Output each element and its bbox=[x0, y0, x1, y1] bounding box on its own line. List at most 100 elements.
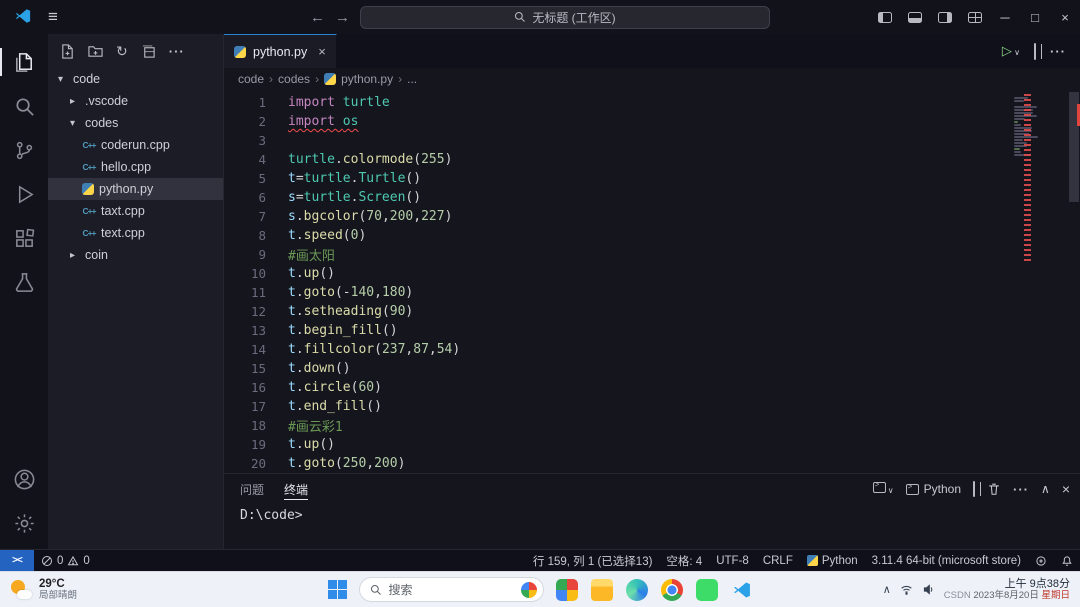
refresh-icon[interactable]: ↻ bbox=[116, 43, 128, 60]
maximize-panel-icon[interactable]: ∧ bbox=[1041, 482, 1050, 496]
explorer-icon[interactable] bbox=[0, 40, 48, 84]
toggle-panel-icon[interactable] bbox=[900, 0, 930, 34]
account-icon[interactable] bbox=[0, 457, 48, 501]
forward-icon[interactable]: → bbox=[335, 9, 350, 26]
maximize-button[interactable]: □ bbox=[1020, 0, 1050, 34]
breadcrumb-item[interactable]: code bbox=[238, 72, 264, 86]
code-line[interactable]: 3 bbox=[224, 131, 1010, 150]
split-editor-icon[interactable] bbox=[1034, 44, 1036, 59]
taskbar-app-edge-icon[interactable] bbox=[626, 579, 648, 601]
toggle-sidebar-icon[interactable] bbox=[870, 0, 900, 34]
tree-item-.vscode[interactable]: ▸.vscode bbox=[48, 90, 223, 112]
panel-more-actions-icon[interactable]: ··· bbox=[1013, 482, 1029, 497]
code-line[interactable]: 16t.circle(60) bbox=[224, 378, 1010, 397]
new-folder-icon[interactable] bbox=[88, 44, 103, 59]
taskbar-search-box[interactable]: 搜索 bbox=[359, 577, 544, 602]
tree-item-code[interactable]: ▾code bbox=[48, 68, 223, 90]
taskbar-app-green-app-icon[interactable] bbox=[696, 579, 718, 601]
taskbar-app-chrome-icon[interactable] bbox=[661, 579, 683, 601]
code-line[interactable]: 15t.down() bbox=[224, 359, 1010, 378]
kill-terminal-icon[interactable] bbox=[987, 482, 1001, 496]
code-line[interactable]: 17t.end_fill() bbox=[224, 397, 1010, 416]
vscode-window: ≡ ← → 无标题 (工作区) ─ □ × bbox=[0, 0, 1080, 607]
terminal-profile-dropdown[interactable]: ∨ bbox=[873, 482, 894, 496]
tab-close-icon[interactable]: × bbox=[318, 44, 326, 59]
code-line[interactable]: 2import os bbox=[224, 112, 1010, 131]
search-view-icon[interactable] bbox=[0, 84, 48, 128]
problems-status[interactable]: 0 0 bbox=[34, 550, 97, 571]
terminal-instance-python[interactable]: Python bbox=[906, 482, 961, 496]
close-panel-icon[interactable]: × bbox=[1062, 481, 1070, 497]
taskbar-app-explorer-icon[interactable] bbox=[591, 579, 613, 601]
cursor-position[interactable]: 行 159, 列 1 (已选择13) bbox=[526, 550, 660, 571]
back-icon[interactable]: ← bbox=[310, 9, 325, 26]
toggle-secondary-sidebar-icon[interactable] bbox=[930, 0, 960, 34]
code-line[interactable]: 8t.speed(0) bbox=[224, 226, 1010, 245]
python-interpreter[interactable]: 3.11.4 64-bit (microsoft store) bbox=[865, 550, 1028, 571]
collapse-all-icon[interactable] bbox=[141, 44, 156, 59]
tree-item-python.py[interactable]: python.py bbox=[48, 178, 223, 200]
volume-icon[interactable] bbox=[922, 583, 935, 596]
breadcrumb-item[interactable]: codes bbox=[278, 72, 310, 86]
new-file-icon[interactable] bbox=[60, 44, 75, 59]
code-line[interactable]: 19t.up() bbox=[224, 435, 1010, 454]
clock[interactable]: 上午 9点38分 CSDN 2023年8月20日 星期日 bbox=[944, 578, 1070, 602]
encoding[interactable]: UTF-8 bbox=[709, 550, 756, 571]
code-line[interactable]: 20t.goto(250,200) bbox=[224, 454, 1010, 473]
remote-indicator[interactable]: >< bbox=[0, 550, 34, 572]
menu-icon[interactable]: ≡ bbox=[48, 7, 58, 27]
editor-more-actions-icon[interactable]: ··· bbox=[1050, 44, 1066, 59]
code-line[interactable]: 13t.begin_fill() bbox=[224, 321, 1010, 340]
run-debug-icon[interactable] bbox=[0, 172, 48, 216]
tree-item-codes[interactable]: ▾codes bbox=[48, 112, 223, 134]
breadcrumb-item[interactable]: ... bbox=[407, 72, 417, 86]
taskbar-app-widgets-icon[interactable] bbox=[556, 579, 578, 601]
tree-item-coin[interactable]: ▸coin bbox=[48, 244, 223, 266]
tray-chevron-up-icon[interactable]: ∧ bbox=[883, 583, 891, 596]
language-mode[interactable]: Python bbox=[800, 550, 865, 571]
editor-scrollbar[interactable] bbox=[1068, 90, 1080, 473]
code-line[interactable]: 5t=turtle.Turtle() bbox=[224, 169, 1010, 188]
code-line[interactable]: 1import turtle bbox=[224, 93, 1010, 112]
customize-layout-icon[interactable] bbox=[960, 0, 990, 34]
code-line[interactable]: 12t.setheading(90) bbox=[224, 302, 1010, 321]
minimap[interactable] bbox=[1010, 90, 1068, 473]
tab-python-py[interactable]: python.py × bbox=[224, 34, 337, 68]
weather-widget[interactable]: 29°C 局部晴朗 bbox=[0, 578, 240, 601]
tab-terminal[interactable]: 终端 bbox=[284, 474, 308, 504]
minimize-button[interactable]: ─ bbox=[990, 0, 1020, 34]
eol-sequence[interactable]: CRLF bbox=[756, 550, 800, 571]
tree-item-coderun.cpp[interactable]: C++coderun.cpp bbox=[48, 134, 223, 156]
command-center-search[interactable]: 无标题 (工作区) bbox=[360, 6, 770, 29]
network-icon[interactable] bbox=[900, 583, 913, 596]
extensions-icon[interactable] bbox=[0, 216, 48, 260]
run-python-button[interactable]: ▷ ∨ bbox=[1002, 43, 1020, 59]
start-button[interactable] bbox=[328, 580, 347, 599]
tree-item-hello.cpp[interactable]: C++hello.cpp bbox=[48, 156, 223, 178]
notifications-bell-icon[interactable] bbox=[1054, 550, 1080, 571]
settings-gear-icon[interactable] bbox=[0, 501, 48, 545]
close-button[interactable]: × bbox=[1050, 0, 1080, 34]
tab-problems[interactable]: 问题 bbox=[240, 474, 264, 504]
testing-icon[interactable] bbox=[0, 260, 48, 304]
terminal[interactable]: D:\code> bbox=[224, 504, 1080, 549]
code-line[interactable]: 7s.bgcolor(70,200,227) bbox=[224, 207, 1010, 226]
indentation[interactable]: 空格: 4 bbox=[659, 550, 709, 571]
source-control-icon[interactable] bbox=[0, 128, 48, 172]
code-line[interactable]: 10t.up() bbox=[224, 264, 1010, 283]
tree-item-taxt.cpp[interactable]: C++taxt.cpp bbox=[48, 200, 223, 222]
breadcrumb-item[interactable]: python.py bbox=[341, 72, 393, 86]
split-terminal-icon[interactable] bbox=[973, 482, 975, 496]
code-line[interactable]: 18#画云彩1 bbox=[224, 416, 1010, 435]
code-line[interactable]: 9#画太阳 bbox=[224, 245, 1010, 264]
code-line[interactable]: 11t.goto(-140,180) bbox=[224, 283, 1010, 302]
tree-item-text.cpp[interactable]: C++text.cpp bbox=[48, 222, 223, 244]
more-actions-icon[interactable]: ··· bbox=[169, 44, 185, 59]
taskbar-app-vscode-icon[interactable] bbox=[731, 579, 753, 601]
code-text: turtle.colormode(255) bbox=[266, 152, 452, 167]
feedback-icon[interactable] bbox=[1028, 550, 1054, 571]
code-line[interactable]: 14t.fillcolor(237,87,54) bbox=[224, 340, 1010, 359]
code-line[interactable]: 6s=turtle.Screen() bbox=[224, 188, 1010, 207]
code-editor[interactable]: 1import turtle2import os34turtle.colormo… bbox=[224, 90, 1080, 473]
code-line[interactable]: 4turtle.colormode(255) bbox=[224, 150, 1010, 169]
